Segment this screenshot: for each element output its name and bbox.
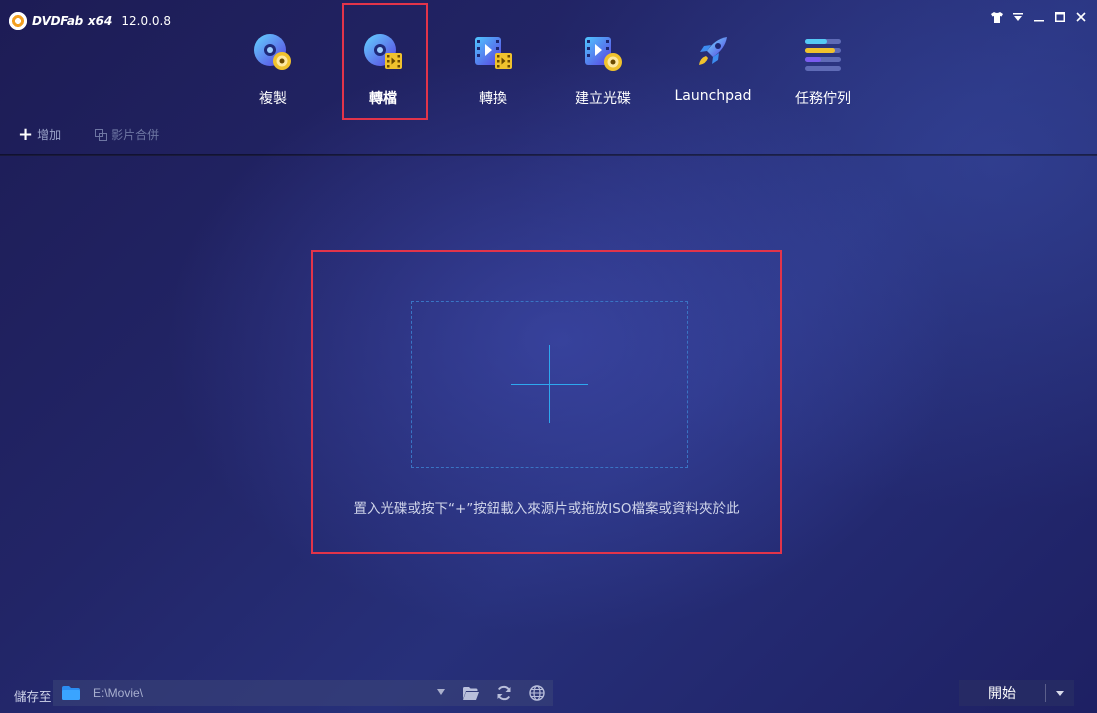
nav-ripper[interactable]: 轉檔	[328, 26, 438, 112]
toolbar-divider	[0, 154, 1097, 156]
merge-label: 影片合併	[111, 128, 160, 142]
nav-copy[interactable]: 複製	[218, 26, 328, 112]
nav-label: 任務佇列	[795, 91, 851, 107]
start-options-dropdown[interactable]	[1046, 680, 1074, 706]
rocket-icon	[690, 30, 736, 76]
main-nav: 複製 轉檔 轉換 建立光碟 Launchpad 任務佇列	[218, 26, 878, 112]
toolbar: + 增加 影片合併	[18, 123, 159, 145]
merge-icon	[95, 128, 108, 141]
task-queue-icon	[800, 30, 846, 76]
dropzone-hint: 置入光碟或按下“+”按鈕載入來源片或拖放ISO檔案或資料夾於此	[353, 501, 740, 517]
browse-folder-icon[interactable]	[462, 684, 480, 702]
add-label: 增加	[37, 128, 62, 142]
app-brand: DVDFab	[32, 14, 83, 28]
nav-label: Launchpad	[674, 88, 752, 104]
path-tools	[454, 680, 553, 706]
close-icon[interactable]	[1074, 10, 1087, 24]
minimize-icon[interactable]	[1032, 10, 1045, 24]
nav-task-queue[interactable]: 任務佇列	[768, 26, 878, 112]
start-control: 開始	[959, 680, 1074, 706]
app-arch: x64	[87, 14, 113, 28]
add-source-dropzone[interactable]	[411, 301, 688, 468]
app-version: 12.0.0.8	[121, 14, 171, 28]
ripper-disc-film-icon	[360, 30, 406, 76]
path-dropdown-icon[interactable]	[437, 689, 445, 695]
creator-film-disc-icon	[580, 30, 626, 76]
nav-label: 建立光碟	[575, 91, 631, 107]
add-plus-icon-vertical	[549, 345, 550, 423]
window-controls	[990, 10, 1087, 24]
folder-icon	[62, 686, 80, 700]
converter-film-icon	[470, 30, 516, 76]
chevron-down-icon	[1056, 690, 1064, 696]
nav-label: 複製	[259, 91, 287, 107]
dvdfab-logo-icon	[9, 12, 27, 30]
add-button[interactable]: + 增加	[18, 123, 62, 145]
copy-disc-icon	[250, 30, 296, 76]
plus-icon: +	[18, 123, 34, 145]
app-logo: DVDFab x64 12.0.0.8	[9, 10, 171, 32]
nav-launchpad[interactable]: Launchpad	[658, 26, 768, 112]
nav-converter[interactable]: 轉換	[438, 26, 548, 112]
menu-dropdown-icon[interactable]	[1011, 10, 1024, 24]
skin-icon[interactable]	[990, 10, 1003, 24]
nav-label: 轉檔	[369, 91, 397, 107]
maximize-icon[interactable]	[1053, 10, 1066, 24]
globe-icon[interactable]	[528, 684, 546, 702]
start-button[interactable]: 開始	[959, 680, 1045, 706]
output-path-value: E:\Movie\	[93, 686, 144, 700]
save-to-label: 儲存至	[14, 689, 52, 704]
nav-label: 轉換	[479, 91, 507, 107]
merge-videos-button[interactable]: 影片合併	[95, 126, 159, 143]
refresh-icon[interactable]	[495, 684, 513, 702]
output-path-field[interactable]: E:\Movie\	[53, 680, 454, 706]
nav-creator[interactable]: 建立光碟	[548, 26, 658, 112]
